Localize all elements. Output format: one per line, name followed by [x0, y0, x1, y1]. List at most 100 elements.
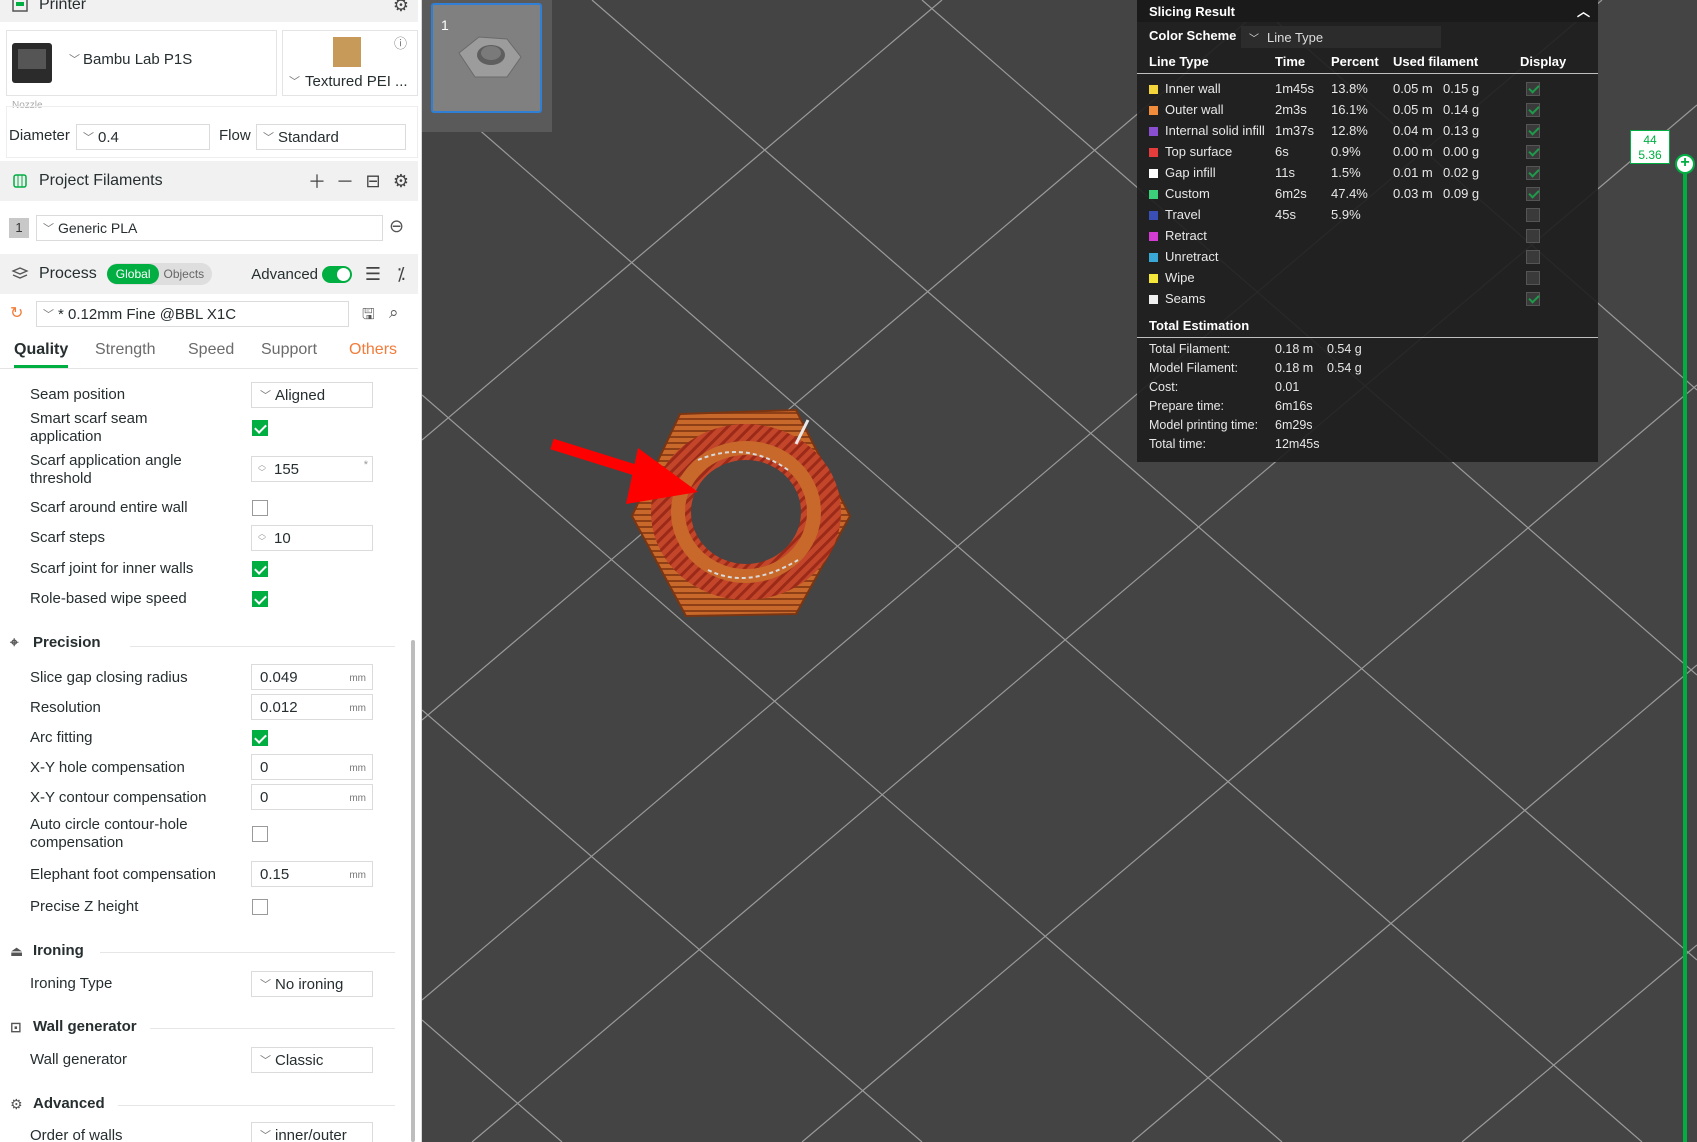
role-wipe-checkbox[interactable] [252, 591, 268, 607]
slice-gap-input[interactable]: 0.049 mm [251, 664, 373, 690]
header-time: Time [1275, 54, 1306, 69]
color-swatch [1149, 274, 1158, 283]
line-type-row: Custom 6m2s 47.4% 0.03 m 0.09 g [1137, 183, 1598, 204]
line-type-time: 6s [1275, 144, 1289, 159]
spin-arrows-icon[interactable]: ︿ ﹀ [258, 461, 266, 477]
process-preset-select[interactable]: ﹀ * 0.12mm Fine @BBL X1C [36, 301, 349, 327]
filament-settings-gear-icon[interactable]: ⚙ [390, 170, 412, 192]
spin-arrows-icon[interactable]: ︿ ﹀ [258, 530, 266, 546]
layer-slider-handle[interactable]: + [1675, 154, 1695, 174]
info-icon[interactable]: ⓘ [394, 33, 407, 52]
plate-thumbnail[interactable]: 1 [431, 3, 542, 113]
printer-selector[interactable]: ﹀ Bambu Lab P1S [6, 30, 277, 96]
order-of-walls-select[interactable]: ﹀ inner/outer [251, 1122, 373, 1142]
line-type-name: Inner wall [1165, 81, 1221, 96]
unit-mm: mm [349, 703, 366, 714]
smart-scarf-checkbox[interactable] [252, 420, 268, 436]
advanced-toggle[interactable] [322, 265, 352, 283]
color-swatch [1149, 148, 1158, 157]
line-type-name: Custom [1165, 186, 1210, 201]
scarf-steps-input[interactable]: ︿ ﹀ 10 [251, 525, 373, 551]
save-preset-icon[interactable]: 🖫 [362, 304, 375, 329]
display-checkbox[interactable] [1526, 103, 1540, 117]
filament-sync-icon[interactable]: ⊟ [362, 170, 384, 192]
display-checkbox[interactable] [1526, 145, 1540, 159]
chevron-down-icon: ﹀ [260, 1130, 271, 1142]
filament-select[interactable]: ﹀ Generic PLA [36, 215, 383, 241]
tab-strength[interactable]: Strength [95, 341, 155, 359]
list-view-icon[interactable]: ☰ [362, 263, 384, 285]
search-icon[interactable]: ⌕ [389, 303, 399, 323]
line-type-percent: 1.5% [1331, 165, 1361, 180]
scarf-angle-input[interactable]: ︿ ﹀ 155 * [251, 456, 373, 482]
estimation-label: Cost: [1149, 380, 1179, 394]
filaments-section-header[interactable]: Project Filaments ＋ － ⊟ ⚙ [0, 161, 418, 201]
toggle-objects[interactable]: Objects [159, 264, 212, 284]
seam-position-select[interactable]: ﹀ Aligned [251, 382, 373, 408]
display-checkbox[interactable] [1526, 124, 1540, 138]
color-swatch [1149, 127, 1158, 136]
diameter-select[interactable]: ﹀ 0.4 [76, 124, 210, 150]
modified-star: * [363, 459, 368, 471]
plate-type-selector[interactable]: ⓘ ﹀ Textured PEI ... [282, 30, 418, 96]
scarf-angle-label: Scarf application angle threshold [30, 452, 182, 488]
unit-mm: mm [349, 673, 366, 684]
estimation-label: Model printing time: [1149, 418, 1259, 432]
printer-settings-gear-icon[interactable]: ⚙ [390, 0, 412, 16]
tab-support[interactable]: Support [261, 341, 317, 359]
flow-select[interactable]: ﹀ Standard [256, 124, 406, 150]
collapse-chevron-icon[interactable]: ︿ [1577, 1, 1590, 20]
plate-name: Textured PEI ... [305, 73, 408, 90]
add-icon[interactable]: ＋ [306, 170, 328, 192]
ironing-type-select[interactable]: ﹀ No ironing [251, 971, 373, 997]
scarf-inner-checkbox[interactable] [252, 561, 268, 577]
line-type-percent: 13.8% [1331, 81, 1368, 96]
filaments-section-title: Project Filaments [39, 172, 163, 189]
header-used-filament: Used filament [1393, 54, 1479, 69]
estimation-divider [1137, 337, 1598, 338]
auto-circle-checkbox[interactable] [252, 826, 268, 842]
flow-label: Flow [219, 127, 251, 144]
line-type-percent: 0.9% [1331, 144, 1361, 159]
estimation-label: Prepare time: [1149, 399, 1225, 413]
display-checkbox[interactable] [1526, 292, 1540, 306]
tab-speed[interactable]: Speed [188, 341, 234, 359]
process-section-header[interactable]: Process Global Objects Advanced ☰ ⁒ [0, 254, 418, 294]
elephant-foot-input[interactable]: 0.15 mm [251, 861, 373, 887]
resolution-input[interactable]: 0.012 mm [251, 694, 373, 720]
scarf-entire-checkbox[interactable] [252, 500, 268, 516]
color-scheme-select[interactable]: ﹀ Line Type [1241, 26, 1441, 48]
sidebar-scrollbar[interactable] [411, 640, 415, 1142]
xy-hole-input[interactable]: 0 mm [251, 754, 373, 780]
display-checkbox[interactable] [1526, 208, 1540, 222]
line-type-name: Outer wall [1165, 102, 1224, 117]
display-checkbox[interactable] [1526, 229, 1540, 243]
display-checkbox[interactable] [1526, 82, 1540, 96]
layer-slider-track[interactable] [1683, 160, 1687, 1142]
remove-icon[interactable]: － [334, 170, 356, 192]
slicing-result-header[interactable]: Slicing Result ︿ [1137, 0, 1598, 22]
precision-icon: ⌖ [10, 633, 19, 651]
display-checkbox[interactable] [1526, 166, 1540, 180]
chevron-down-icon: ﹀ [289, 76, 300, 88]
3d-viewport[interactable]: 1 Slicing Result ︿ Color Scheme ﹀ Line T… [422, 0, 1697, 1142]
precise-z-checkbox[interactable] [252, 899, 268, 915]
chevron-down-icon: ﹀ [260, 390, 271, 402]
reset-icon[interactable]: ↻ [10, 303, 23, 323]
display-checkbox[interactable] [1526, 271, 1540, 285]
printer-section-header[interactable]: Printer ⚙ [0, 0, 418, 22]
tab-quality[interactable]: Quality [14, 341, 69, 368]
compare-icon[interactable]: ⁒ [390, 263, 412, 285]
arc-fitting-checkbox[interactable] [252, 730, 268, 746]
display-checkbox[interactable] [1526, 250, 1540, 264]
more-options-icon[interactable]: ⊖ [389, 216, 404, 237]
wall-generator-title-text: Wall generator [33, 1018, 137, 1035]
tab-others[interactable]: Others [349, 341, 397, 359]
display-checkbox[interactable] [1526, 187, 1540, 201]
line-type-percent: 47.4% [1331, 186, 1368, 201]
global-objects-toggle[interactable]: Global Objects [106, 263, 213, 285]
xy-contour-input[interactable]: 0 mm [251, 784, 373, 810]
printer-section-title: Printer [39, 0, 87, 13]
toggle-global[interactable]: Global [106, 264, 160, 284]
wall-generator-select[interactable]: ﹀ Classic [251, 1047, 373, 1073]
